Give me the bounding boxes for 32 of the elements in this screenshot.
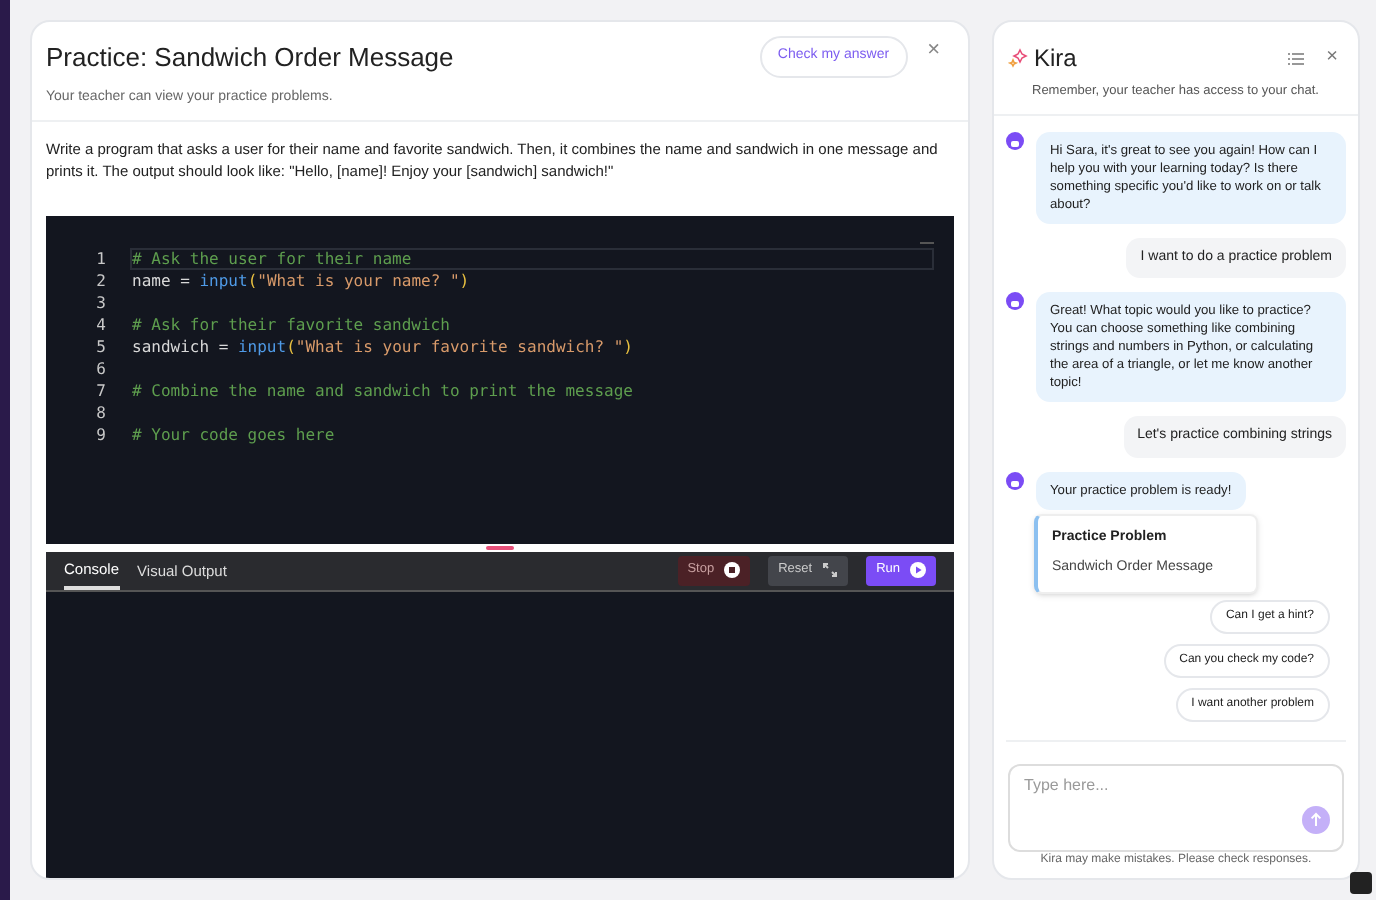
close-button[interactable]: ×	[927, 40, 940, 62]
chat-title: Kira	[1034, 42, 1079, 76]
sparkle-icon	[1008, 48, 1028, 68]
line-number: 2	[94, 269, 106, 293]
practice-title: Practice: Sandwich Order Message	[46, 40, 456, 76]
chat-input[interactable]: Type here...	[1008, 763, 1344, 851]
bot-avatar-icon	[1006, 131, 1024, 150]
app-icon[interactable]	[1350, 872, 1372, 894]
close-button[interactable]: ×	[1326, 48, 1338, 68]
line-number: 4	[94, 313, 106, 337]
code-line: sandwich = input("What is your favorite sandwich? ")	[132, 335, 633, 359]
code-line: name = input("What is your name? ")	[132, 269, 470, 293]
code-editor[interactable]	[46, 216, 954, 545]
code-line: # Combine the name and sandwich to print the message	[132, 379, 633, 403]
bot-avatar-icon	[1006, 292, 1024, 311]
bot-avatar-icon	[1006, 471, 1024, 490]
line-number: 8	[94, 401, 106, 425]
list-icon[interactable]	[1288, 51, 1305, 65]
resize-handle[interactable]	[486, 546, 514, 551]
stop-icon	[724, 562, 741, 579]
line-number: 7	[94, 379, 106, 403]
line-number: 1	[94, 247, 106, 271]
line-number: 5	[94, 335, 106, 359]
code-line: # Ask the user for their name	[132, 247, 412, 271]
line-number: 9	[94, 423, 106, 447]
send-icon[interactable]	[1302, 806, 1330, 834]
line-number: 3	[94, 291, 106, 315]
code-line: # Your code goes here	[132, 423, 335, 447]
refresh-icon	[822, 562, 839, 579]
line-number: 6	[94, 357, 106, 381]
play-icon	[910, 562, 926, 579]
code-line: # Ask for their favorite sandwich	[132, 313, 450, 337]
